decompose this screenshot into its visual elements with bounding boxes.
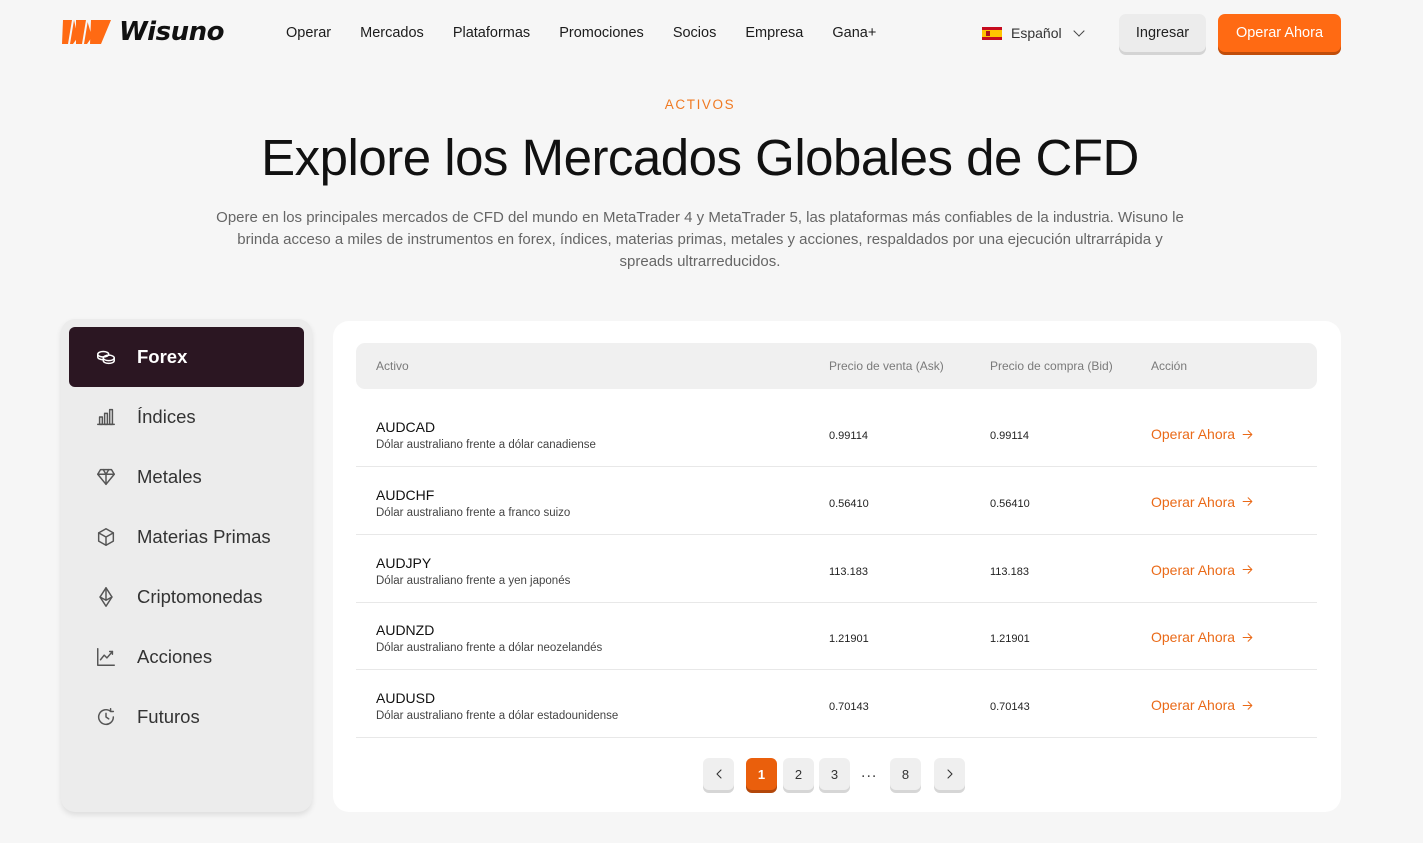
bid-price: 0.56410 [990,497,1030,510]
box-icon [94,525,118,549]
bar-chart-icon [94,405,118,429]
chevron-left-icon [711,766,727,782]
main-nav: Operar Mercados Plataformas Promociones Soci… [286,25,905,41]
section-eyebrow: ACTIVOS [664,97,736,112]
arrow-right-icon [1240,427,1255,442]
trade-now-label: Operar Ahora [1151,697,1236,713]
sidebar-item-label: Metales [137,466,202,487]
wisuno-logo-mark-icon [62,20,111,44]
asset-description: Dólar australiano frente a franco suizo [376,506,571,519]
table-header: Activo Precio de venta (Ask) Precio de c… [356,343,1317,389]
bid-price: 1.21901 [990,633,1030,646]
sidebar-item-6[interactable]: Futuros [69,687,304,747]
header-bid: Precio de compra (Bid) [990,359,1113,373]
asset-description: Dólar australiano frente a dólar estadou… [376,710,619,722]
assets-table-card: Activo Precio de venta (Ask) Precio de c… [333,321,1341,812]
table-row: AUDNZD Dólar australiano frente a dólar n… [356,602,1317,671]
nav-item-2[interactable]: Plataformas [453,25,530,41]
sidebar-item-label: Índices [137,406,196,427]
site-header: Wisuno Operar Mercados Plataformas Promocio… [0,0,1423,70]
next-page-button[interactable] [934,758,965,790]
trade-now-label: Operar Ahora [1151,426,1236,442]
trade-now-link[interactable]: Operar Ahora [1151,629,1255,645]
prev-page-button[interactable] [703,758,734,790]
diamond-icon [94,465,118,489]
coins-icon [94,345,118,369]
trade-now-label: Operar Ahora [1151,493,1236,510]
asset-symbol: AUDUSD [376,690,436,706]
ethereum-icon [94,585,118,609]
nav-item-3[interactable]: Promociones [559,25,644,41]
ask-price: 0.70143 [829,701,869,713]
sidebar-item-1[interactable]: Índices [69,387,304,447]
sidebar-item-label: Futuros [137,706,200,727]
sidebar-item-label: Criptomonedas [137,586,263,607]
language-label: Español [1011,25,1062,41]
page-title: Explore los Mercados Globales de CFD [261,129,1139,186]
sidebar-item-2[interactable]: Metales [69,447,304,507]
header-asset: Activo [376,359,409,373]
ask-price: 0.56410 [829,497,869,510]
table-row: AUDUSD Dólar australiano frente a dólar e… [356,670,1317,738]
nav-item-5[interactable]: Empresa [745,25,803,41]
login-button[interactable]: Ingresar [1119,14,1206,52]
spain-flag-icon [982,26,1002,40]
asset-category-sidebar: Forex Índices Metales Materias Primas Cripto… [61,319,312,812]
page-2-button[interactable]: 2 [783,758,814,790]
pagination-ellipsis: ... [861,764,878,781]
bid-price: 0.99114 [990,430,1029,442]
bid-price: 113.183 [990,565,1029,578]
ask-price: 1.21901 [829,633,869,646]
nav-item-0[interactable]: Operar [286,25,331,41]
nav-item-4[interactable]: Socios [673,25,717,41]
arrow-right-icon [1240,698,1255,713]
sidebar-item-label: Materias Primas [137,526,271,547]
chevron-down-icon [1072,25,1085,37]
arrow-right-icon [1240,630,1255,645]
table-row: AUDCHF Dólar australiano frente a franco … [356,467,1317,535]
arrow-right-icon [1240,562,1255,577]
chevron-right-icon [942,766,958,782]
header-action: Acción [1151,359,1188,373]
asset-symbol: AUDCHF [376,486,435,503]
page-3-button[interactable]: 3 [819,758,850,790]
table-row: AUDCAD Dólar australiano frente a dólar c… [356,399,1317,467]
language-selector[interactable]: Español [982,25,1085,41]
trade-now-label: Operar Ahora [1151,561,1236,578]
trade-now-button[interactable]: Operar Ahora [1218,14,1341,52]
trade-now-link[interactable]: Operar Ahora [1151,697,1255,713]
ask-price: 113.183 [829,565,868,578]
table-row: AUDJPY Dólar australiano frente a yen jap… [356,535,1317,603]
asset-description: Dólar australiano frente a yen japonés [376,574,571,587]
arrow-right-icon [1240,494,1255,509]
nav-item-6[interactable]: Gana+ [832,25,876,41]
page-1-button[interactable]: 1 [746,758,777,790]
asset-description: Dólar australiano frente a dólar canadie… [376,439,596,451]
sidebar-item-3[interactable]: Materias Primas [69,507,304,567]
trade-now-link[interactable]: Operar Ahora [1151,562,1255,578]
asset-description: Dólar australiano frente a dólar neozela… [376,642,603,655]
asset-symbol: AUDJPY [376,554,432,571]
sidebar-item-5[interactable]: Acciones [69,627,304,687]
clock-icon [94,705,118,729]
sidebar-item-label: Forex [137,346,188,367]
brand-name: Wisuno [119,17,224,47]
ask-price: 0.99114 [829,430,868,442]
sidebar-item-label: Acciones [137,646,213,667]
page-subtitle: Opere en los principales mercados de CFD… [216,209,1184,270]
page-last-button[interactable]: 8 [890,758,921,790]
asset-symbol: AUDNZD [376,622,435,639]
asset-symbol: AUDCAD [376,419,436,435]
sidebar-item-0[interactable]: Forex [69,327,304,387]
header-ask: Precio de venta (Ask) [829,359,944,373]
trade-now-link[interactable]: Operar Ahora [1151,494,1255,510]
bid-price: 0.70143 [990,701,1030,713]
sidebar-item-4[interactable]: Criptomonedas [69,567,304,627]
trade-now-label: Operar Ahora [1151,629,1236,646]
trade-now-link[interactable]: Operar Ahora [1151,426,1255,442]
nav-item-1[interactable]: Mercados [360,25,424,41]
trend-chart-icon [94,645,118,669]
wisuno-logo[interactable]: Wisuno [61,17,224,47]
